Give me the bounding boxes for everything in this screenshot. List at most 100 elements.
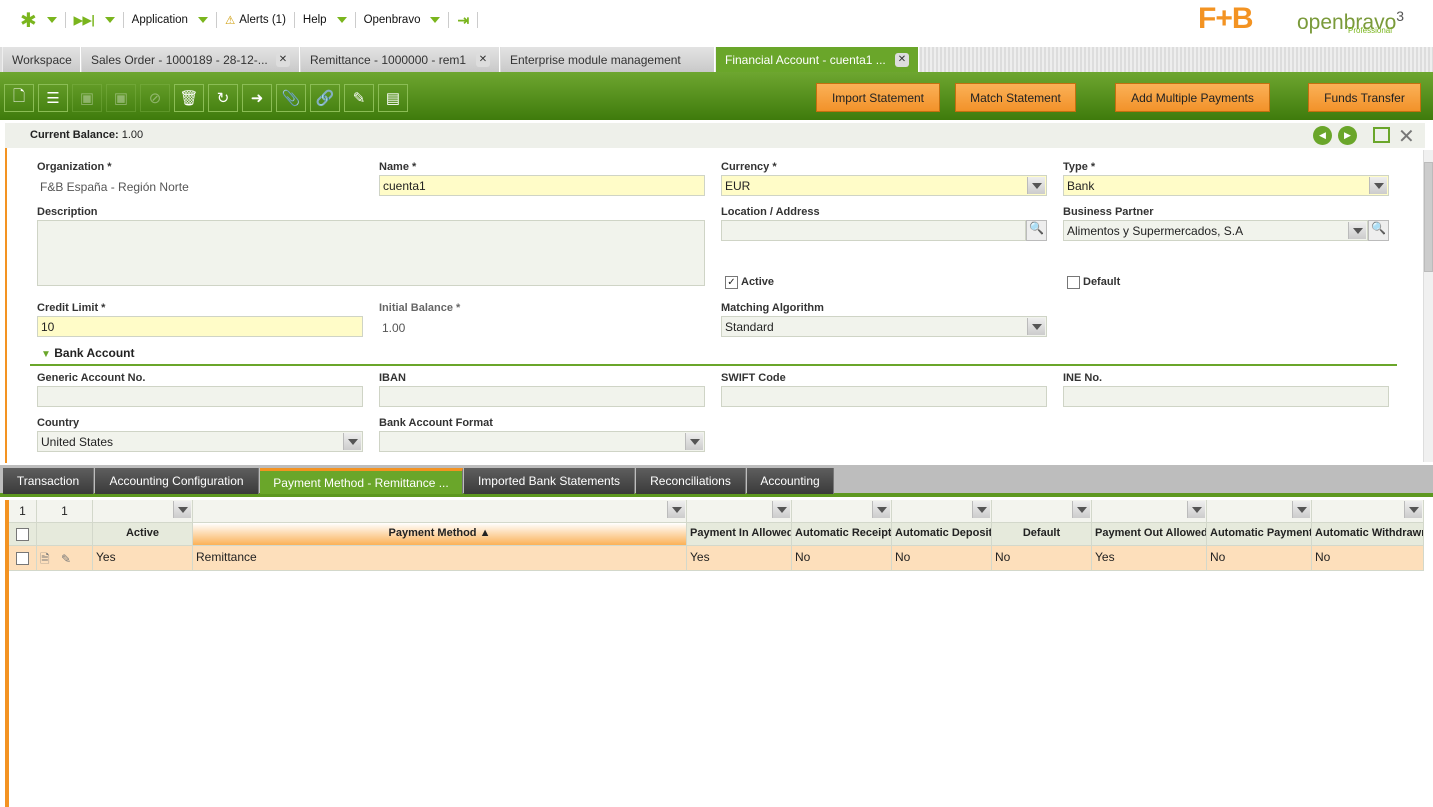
chevron-down-icon[interactable] — [1027, 177, 1045, 194]
column-filter[interactable] — [1092, 500, 1207, 523]
attach-button[interactable]: 📎 — [276, 84, 306, 112]
logout-button[interactable]: ⇥ — [449, 12, 479, 28]
name-input[interactable]: cuenta1 — [379, 175, 705, 196]
matching-algorithm-select[interactable]: Standard — [721, 316, 1047, 337]
column-header[interactable]: Payment Out Allowed — [1092, 523, 1207, 546]
column-header[interactable]: Payment Method ▲ — [193, 523, 687, 546]
filter-dropdown-icon[interactable] — [972, 501, 990, 518]
tab-enterprise-module[interactable]: Enterprise module management — [501, 47, 715, 72]
user-menu[interactable]: Openbravo — [356, 12, 450, 28]
close-form-icon[interactable]: ✕ — [1398, 124, 1415, 149]
funds-transfer-button[interactable]: Funds Transfer — [1308, 83, 1421, 112]
new-document-button[interactable]: 🗋 — [4, 84, 34, 112]
chevron-down-icon[interactable] — [685, 433, 703, 450]
subtab-reconciliations[interactable]: Reconciliations — [636, 468, 746, 494]
tab-sales-order[interactable]: Sales Order - 1000189 - 28-12-... ✕ — [82, 47, 300, 72]
ine-input[interactable] — [1063, 386, 1389, 407]
filter-dropdown-icon[interactable] — [1404, 501, 1422, 518]
column-header[interactable]: Automatic Receipt — [792, 523, 892, 546]
subtab-payment-method[interactable]: Payment Method - Remittance ... — [260, 468, 463, 494]
chevron-down-icon[interactable] — [1348, 222, 1366, 239]
country-select[interactable]: United States — [37, 431, 363, 452]
delete-button[interactable]: 🗑 — [174, 84, 204, 112]
column-filter[interactable] — [93, 500, 193, 523]
filter-dropdown-icon[interactable] — [772, 501, 790, 518]
add-multiple-payments-button[interactable]: Add Multiple Payments — [1115, 83, 1270, 112]
column-header[interactable]: Payment In Allowed — [687, 523, 792, 546]
chevron-down-icon[interactable] — [1369, 177, 1387, 194]
select-all-checkbox[interactable] — [16, 528, 29, 541]
help-menu[interactable]: Help — [295, 12, 356, 28]
header-select[interactable] — [9, 523, 37, 546]
column-filter[interactable] — [1207, 500, 1312, 523]
column-filter[interactable] — [992, 500, 1092, 523]
column-header[interactable]: Active — [93, 523, 193, 546]
column-header[interactable]: Default — [992, 523, 1092, 546]
filter-dropdown-icon[interactable] — [1292, 501, 1310, 518]
location-input[interactable] — [721, 220, 1026, 241]
save-close-button[interactable]: ▣ — [106, 84, 136, 112]
column-filter[interactable] — [1312, 500, 1424, 523]
application-menu[interactable]: Application — [124, 12, 217, 28]
column-filter[interactable] — [892, 500, 992, 523]
search-icon[interactable]: 🔍 — [1026, 220, 1047, 241]
business-partner-select[interactable]: Alimentos y Supermercados, S.A — [1063, 220, 1368, 241]
generic-account-input[interactable] — [37, 386, 363, 407]
filter-dropdown-icon[interactable] — [1072, 501, 1090, 518]
description-textarea[interactable] — [37, 220, 705, 286]
link-button[interactable]: 🔗 — [310, 84, 340, 112]
match-statement-button[interactable]: Match Statement — [955, 83, 1076, 112]
credit-limit-input[interactable]: 10 — [37, 316, 363, 337]
row-checkbox[interactable] — [16, 552, 29, 565]
column-header[interactable]: Automatic Deposit — [892, 523, 992, 546]
filter-dropdown-icon[interactable] — [173, 501, 191, 518]
tab-workspace[interactable]: Workspace — [3, 47, 81, 72]
close-icon[interactable]: ✕ — [895, 52, 909, 67]
pencil-icon[interactable]: ✎ — [61, 552, 71, 566]
subtab-imported-bank-statements[interactable]: Imported Bank Statements — [464, 468, 635, 494]
new-row-button[interactable]: ☰ — [38, 84, 68, 112]
close-icon[interactable]: ✕ — [276, 52, 290, 67]
currency-select[interactable]: EUR — [721, 175, 1047, 196]
subtab-accounting[interactable]: Accounting — [747, 468, 834, 494]
undo-button[interactable]: ⊘ — [140, 84, 170, 112]
import-statement-button[interactable]: Import Statement — [816, 83, 940, 112]
tools-button[interactable]: ✎ — [344, 84, 374, 112]
subtab-transaction[interactable]: Transaction — [3, 468, 94, 494]
chevron-down-icon[interactable] — [343, 433, 361, 450]
swift-input[interactable] — [721, 386, 1047, 407]
chevron-down-icon[interactable] — [1027, 318, 1045, 335]
default-checkbox[interactable] — [1067, 276, 1080, 289]
form-scrollbar[interactable] — [1423, 150, 1433, 462]
alerts-link[interactable]: ⚠ Alerts (1) — [217, 12, 295, 28]
filter-dropdown-icon[interactable] — [667, 501, 685, 518]
close-icon[interactable]: ✕ — [476, 52, 490, 67]
save-button[interactable]: ▣ — [72, 84, 102, 112]
next-record-button[interactable]: ▶ — [1338, 126, 1357, 145]
tab-financial-account[interactable]: Financial Account - cuenta1 ... ✕ — [716, 47, 919, 72]
export-button[interactable]: ➜ — [242, 84, 272, 112]
row-select[interactable] — [9, 546, 37, 571]
search-icon[interactable]: 🔍 — [1368, 220, 1389, 241]
column-filter[interactable] — [792, 500, 892, 523]
filter-dropdown-icon[interactable] — [1187, 501, 1205, 518]
column-filter[interactable] — [193, 500, 687, 523]
grid-toggle-button[interactable]: ▤ — [378, 84, 408, 112]
bank-account-section-header[interactable]: ▼ Bank Account — [30, 346, 1397, 366]
filter-dropdown-icon[interactable] — [872, 501, 890, 518]
quick-launch-menu[interactable]: ▶▶| — [66, 12, 124, 28]
column-header[interactable]: Automatic Payment — [1207, 523, 1312, 546]
document-icon[interactable]: 🗎 — [40, 552, 50, 566]
active-checkbox[interactable]: ✓ — [725, 276, 738, 289]
subtab-accounting-configuration[interactable]: Accounting Configuration — [95, 468, 259, 494]
refresh-button[interactable]: ↻ — [208, 84, 238, 112]
type-select[interactable]: Bank — [1063, 175, 1389, 196]
column-header[interactable]: Automatic Withdrawn — [1312, 523, 1424, 546]
iban-input[interactable] — [379, 386, 705, 407]
bank-format-select[interactable] — [379, 431, 705, 452]
tab-remittance[interactable]: Remittance - 1000000 - rem1 ✕ — [301, 47, 500, 72]
quick-create-menu[interactable]: ✱ — [12, 10, 66, 32]
column-filter[interactable] — [687, 500, 792, 523]
maximize-icon[interactable] — [1373, 127, 1390, 143]
previous-record-button[interactable]: ◀ — [1313, 126, 1332, 145]
